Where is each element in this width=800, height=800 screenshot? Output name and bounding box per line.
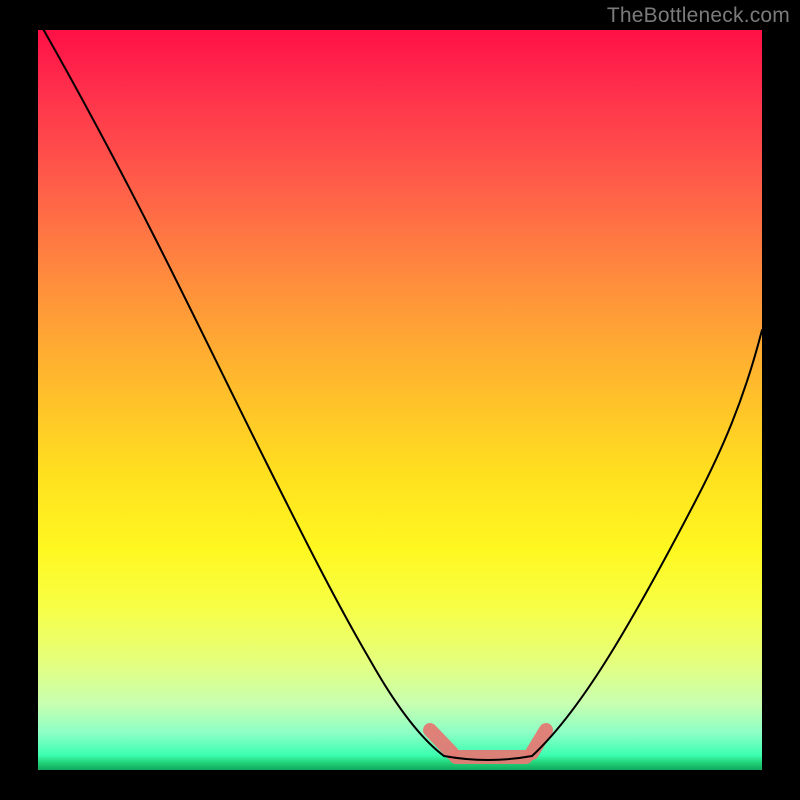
curve-layer: [38, 30, 762, 770]
curve-right-ascent: [532, 330, 762, 756]
highlight-left-knee: [430, 730, 452, 753]
plot-area: [38, 30, 762, 770]
chart-frame: TheBottleneck.com: [0, 0, 800, 800]
curve-left-descent: [38, 30, 444, 756]
watermark-text: TheBottleneck.com: [607, 4, 790, 28]
